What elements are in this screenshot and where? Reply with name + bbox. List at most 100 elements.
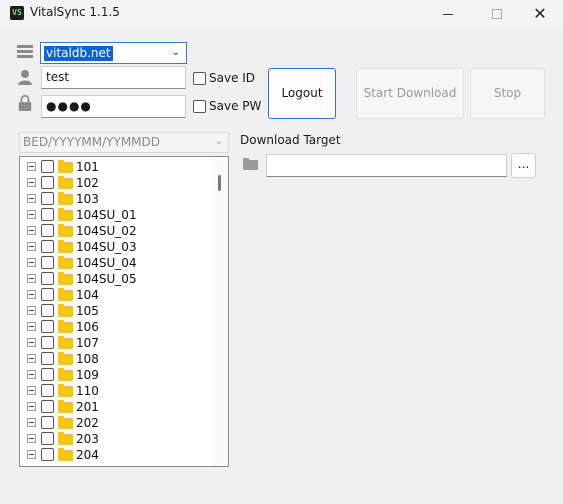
tree-item-label: 204 bbox=[76, 448, 99, 462]
tree-item-label: 103 bbox=[76, 192, 99, 206]
tree-item[interactable]: 105 bbox=[20, 303, 212, 319]
tree-item[interactable]: 106 bbox=[20, 319, 212, 335]
download-path-input[interactable] bbox=[266, 154, 507, 177]
collapse-icon[interactable] bbox=[27, 354, 36, 363]
collapse-icon[interactable] bbox=[27, 322, 36, 331]
folder-icon bbox=[58, 240, 73, 253]
collapse-icon[interactable] bbox=[27, 290, 36, 299]
tree-item[interactable]: 108 bbox=[20, 351, 212, 367]
scrollbar-thumb[interactable] bbox=[218, 175, 221, 191]
collapse-icon[interactable] bbox=[27, 434, 36, 443]
collapse-icon[interactable] bbox=[27, 210, 36, 219]
tree-item[interactable]: 104 bbox=[20, 287, 212, 303]
close-button[interactable]: ✕ bbox=[517, 0, 563, 28]
tree-item[interactable]: 107 bbox=[20, 335, 212, 351]
collapse-icon[interactable] bbox=[27, 386, 36, 395]
tree-item-label: 201 bbox=[76, 400, 99, 414]
collapse-icon[interactable] bbox=[27, 178, 36, 187]
tree-item[interactable]: 104SU_03 bbox=[20, 239, 212, 255]
collapse-icon[interactable] bbox=[27, 242, 36, 251]
user-icon bbox=[18, 70, 32, 85]
tree-item-checkbox[interactable] bbox=[41, 272, 54, 285]
minimize-button[interactable] bbox=[425, 0, 471, 28]
collapse-icon[interactable] bbox=[27, 450, 36, 459]
tree-item[interactable]: 204 bbox=[20, 447, 212, 463]
collapse-icon[interactable] bbox=[27, 306, 36, 315]
folder-icon bbox=[58, 304, 73, 317]
server-select[interactable]: vitaldb.net ⌄ bbox=[40, 42, 187, 64]
folder-icon bbox=[58, 160, 73, 173]
bed-tree[interactable]: 101 102 103 104SU_01 104SU_02 104SU_03 104SU_0… bbox=[19, 156, 229, 467]
save-id-option[interactable]: Save ID bbox=[193, 71, 255, 85]
tree-item[interactable]: 202 bbox=[20, 415, 212, 431]
save-pw-checkbox[interactable] bbox=[193, 99, 206, 113]
tree-item-checkbox[interactable] bbox=[41, 192, 54, 205]
tree-item-label: 109 bbox=[76, 368, 99, 382]
tree-item-checkbox[interactable] bbox=[41, 320, 54, 333]
collapse-icon[interactable] bbox=[27, 194, 36, 203]
tree-item-checkbox[interactable] bbox=[41, 352, 54, 365]
tree-item-checkbox[interactable] bbox=[41, 400, 54, 413]
tree-item-checkbox[interactable] bbox=[41, 384, 54, 397]
tree-item-checkbox[interactable] bbox=[41, 256, 54, 269]
save-pw-label: Save PW bbox=[209, 99, 262, 113]
tree-item-checkbox[interactable] bbox=[41, 240, 54, 253]
folder-icon bbox=[58, 432, 73, 445]
tree-item[interactable]: 104SU_01 bbox=[20, 207, 212, 223]
title-bar: VS VitalSync 1.1.5 ✕ bbox=[0, 0, 563, 28]
tree-item-checkbox[interactable] bbox=[41, 224, 54, 237]
tree-item-label: 104 bbox=[76, 288, 99, 302]
tree-item[interactable]: 103 bbox=[20, 191, 212, 207]
app-icon: VS bbox=[10, 6, 24, 20]
collapse-icon[interactable] bbox=[27, 370, 36, 379]
tree-item[interactable]: 110 bbox=[20, 383, 212, 399]
password-field[interactable]: ●●●● bbox=[41, 95, 186, 118]
tree-item[interactable]: 109 bbox=[20, 367, 212, 383]
save-id-label: Save ID bbox=[209, 71, 256, 85]
logout-button[interactable]: Logout bbox=[268, 68, 336, 119]
tree-item-checkbox[interactable] bbox=[41, 336, 54, 349]
tree-item-checkbox[interactable] bbox=[41, 368, 54, 381]
folder-icon bbox=[58, 208, 73, 221]
path-format-select[interactable]: BED/YYYYMM/YYMMDD ⌄ bbox=[19, 132, 229, 153]
tree-item-checkbox[interactable] bbox=[41, 288, 54, 301]
tree-scrollbar[interactable] bbox=[212, 157, 228, 466]
server-icon bbox=[17, 45, 33, 61]
save-pw-option[interactable]: Save PW bbox=[193, 99, 261, 113]
folder-icon bbox=[58, 336, 73, 349]
tree-item-label: 101 bbox=[76, 160, 99, 174]
collapse-icon[interactable] bbox=[27, 226, 36, 235]
collapse-icon[interactable] bbox=[27, 258, 36, 267]
chevron-down-icon: ⌄ bbox=[214, 136, 223, 147]
folder-icon bbox=[58, 416, 73, 429]
save-id-checkbox[interactable] bbox=[193, 71, 206, 85]
folder-icon bbox=[243, 158, 258, 170]
tree-item-checkbox[interactable] bbox=[41, 208, 54, 221]
tree-item[interactable]: 104SU_04 bbox=[20, 255, 212, 271]
tree-item[interactable]: 101 bbox=[20, 159, 212, 175]
id-field[interactable]: test bbox=[41, 66, 186, 89]
collapse-icon[interactable] bbox=[27, 162, 36, 171]
browse-button[interactable]: ... bbox=[511, 153, 536, 178]
folder-icon bbox=[58, 352, 73, 365]
start-download-button[interactable]: Start Download bbox=[356, 68, 464, 119]
tree-item[interactable]: 203 bbox=[20, 431, 212, 447]
tree-item[interactable]: 104SU_02 bbox=[20, 223, 212, 239]
tree-item[interactable]: 104SU_05 bbox=[20, 271, 212, 287]
collapse-icon[interactable] bbox=[27, 338, 36, 347]
tree-item[interactable]: 102 bbox=[20, 175, 212, 191]
maximize-button[interactable] bbox=[474, 0, 520, 28]
collapse-icon[interactable] bbox=[27, 418, 36, 427]
tree-item-checkbox[interactable] bbox=[41, 416, 54, 429]
tree-item-checkbox[interactable] bbox=[41, 432, 54, 445]
tree-item-checkbox[interactable] bbox=[41, 304, 54, 317]
stop-button[interactable]: Stop bbox=[470, 68, 545, 119]
collapse-icon[interactable] bbox=[27, 402, 36, 411]
tree-item[interactable]: 201 bbox=[20, 399, 212, 415]
tree-item-checkbox[interactable] bbox=[41, 160, 54, 173]
maximize-icon bbox=[492, 9, 502, 19]
tree-item-checkbox[interactable] bbox=[41, 448, 54, 461]
chevron-down-icon: ⌄ bbox=[171, 47, 180, 58]
tree-item-checkbox[interactable] bbox=[41, 176, 54, 189]
collapse-icon[interactable] bbox=[27, 274, 36, 283]
